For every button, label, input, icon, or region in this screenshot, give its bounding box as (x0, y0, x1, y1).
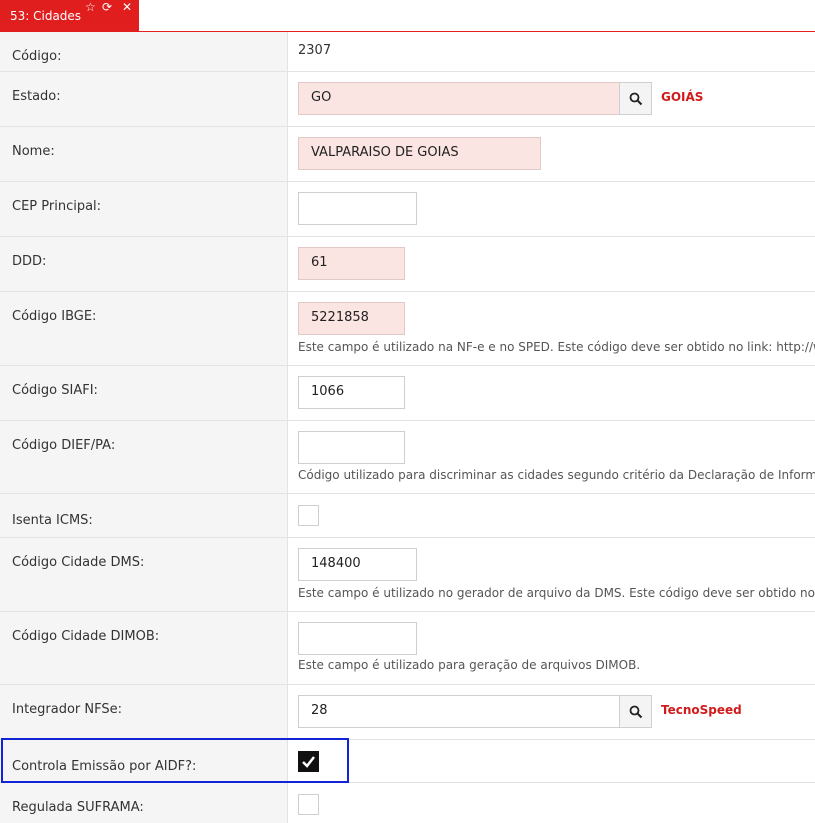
tab-bar: 53: Cidades ☆ ⟳ ✕ (0, 0, 815, 32)
row-suframa: Regulada SUFRAMA: (0, 783, 815, 823)
label-codigo: Código: (0, 32, 288, 71)
row-ddd: DDD: 61 (0, 237, 815, 292)
label-ibge: Código IBGE: (0, 292, 288, 365)
label-ddd: DDD: (0, 237, 288, 291)
row-ibge: Código IBGE: 5221858 Este campo é utiliz… (0, 292, 815, 366)
highlight-box (1, 738, 349, 783)
label-cep: CEP Principal: (0, 182, 288, 236)
row-codigo: Código: 2307 (0, 32, 815, 72)
ibge-help: Este campo é utilizado na NF-e e no SPED… (298, 340, 815, 354)
ibge-input[interactable]: 5221858 (298, 302, 405, 335)
row-isenta: Isenta ICMS: (0, 494, 815, 538)
codigo-value: 2307 (298, 43, 332, 58)
ddd-input[interactable]: 61 (298, 247, 405, 280)
label-estado: Estado: (0, 72, 288, 126)
tab-cidades[interactable]: 53: Cidades ☆ ⟳ ✕ (0, 0, 139, 31)
row-dief: Código DIEF/PA: Código utilizado para di… (0, 421, 815, 494)
label-nfse: Integrador NFSe: (0, 685, 288, 739)
row-nome: Nome: VALPARAISO DE GOIAS (0, 127, 815, 182)
suframa-checkbox[interactable] (298, 794, 319, 815)
dimob-input[interactable] (298, 622, 417, 655)
dief-input[interactable] (298, 431, 405, 464)
label-dief: Código DIEF/PA: (0, 421, 288, 493)
star-icon[interactable]: ☆ (85, 1, 96, 13)
label-siafi: Código SIAFI: (0, 366, 288, 420)
row-nfse: Integrador NFSe: 28 TecnoSpeed (0, 685, 815, 740)
label-suframa: Regulada SUFRAMA: (0, 783, 288, 823)
row-siafi: Código SIAFI: 1066 (0, 366, 815, 421)
label-dms: Código Cidade DMS: (0, 538, 288, 611)
cep-input[interactable] (298, 192, 417, 225)
dms-help: Este campo é utilizado no gerador de arq… (298, 586, 815, 600)
dimob-help: Este campo é utilizado para geração de a… (298, 658, 641, 672)
dms-input[interactable]: 148400 (298, 548, 417, 581)
row-dimob: Código Cidade DIMOB: Este campo é utiliz… (0, 612, 815, 685)
row-estado: Estado: GO GOIÁS (0, 72, 815, 127)
estado-search-button[interactable] (619, 82, 652, 115)
nfse-input[interactable]: 28 (298, 695, 620, 728)
dief-help: Código utilizado para discriminar as cid… (298, 468, 815, 482)
siafi-input[interactable]: 1066 (298, 376, 405, 409)
estado-lookup: GOIÁS (661, 90, 704, 104)
tab-title: 53: Cidades (10, 9, 82, 23)
row-dms: Código Cidade DMS: 148400 Este campo é u… (0, 538, 815, 612)
isenta-checkbox[interactable] (298, 505, 319, 526)
nome-input[interactable]: VALPARAISO DE GOIAS (298, 137, 541, 170)
row-cep: CEP Principal: (0, 182, 815, 237)
close-icon[interactable]: ✕ (122, 1, 132, 13)
label-isenta: Isenta ICMS: (0, 494, 288, 537)
search-icon (629, 92, 643, 106)
city-form: Código: 2307 Estado: GO GOIÁS Nome: VALP… (0, 32, 815, 823)
estado-input[interactable]: GO (298, 82, 620, 115)
nfse-search-button[interactable] (619, 695, 652, 728)
label-nome: Nome: (0, 127, 288, 181)
label-dimob: Código Cidade DIMOB: (0, 612, 288, 684)
search-icon (629, 705, 643, 719)
refresh-icon[interactable]: ⟳ (102, 1, 112, 13)
nfse-lookup: TecnoSpeed (661, 703, 742, 717)
